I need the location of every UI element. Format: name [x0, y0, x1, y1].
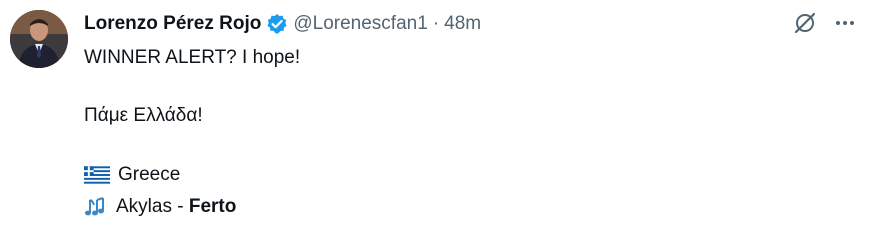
tweet-header: Lorenzo Pérez Rojo @Lorenescfan1 · 48m	[84, 12, 481, 36]
grok-icon[interactable]	[792, 10, 818, 36]
song-line: Akylas - Ferto	[84, 195, 236, 219]
avatar[interactable]	[10, 10, 68, 68]
author-handle[interactable]: @Lorenescfan1	[293, 12, 427, 36]
country-line: Greece	[84, 163, 180, 187]
author-name[interactable]: Lorenzo Pérez Rojo	[84, 12, 261, 36]
separator-dot: ·	[432, 13, 440, 34]
artist-name: Akylas	[116, 196, 172, 217]
timestamp[interactable]: 48m	[444, 12, 481, 36]
verified-badge-icon[interactable]	[266, 13, 288, 35]
tweet-actions	[792, 10, 858, 36]
more-options-icon[interactable]	[832, 10, 858, 36]
song-title: Ferto	[188, 196, 237, 217]
tweet-line-2: Πάμε Ελλάδα!	[84, 105, 203, 126]
tweet[interactable]: Lorenzo Pérez Rojo @Lorenescfan1 · 48m W…	[0, 0, 880, 243]
tweet-line-1: WINNER ALERT? I hope!	[84, 47, 301, 68]
musical-notes-icon	[84, 196, 108, 218]
greece-flag-icon	[84, 166, 110, 184]
country-name: Greece	[118, 164, 181, 185]
artist-song-dash: -	[171, 196, 189, 217]
avatar-photo	[10, 10, 68, 68]
